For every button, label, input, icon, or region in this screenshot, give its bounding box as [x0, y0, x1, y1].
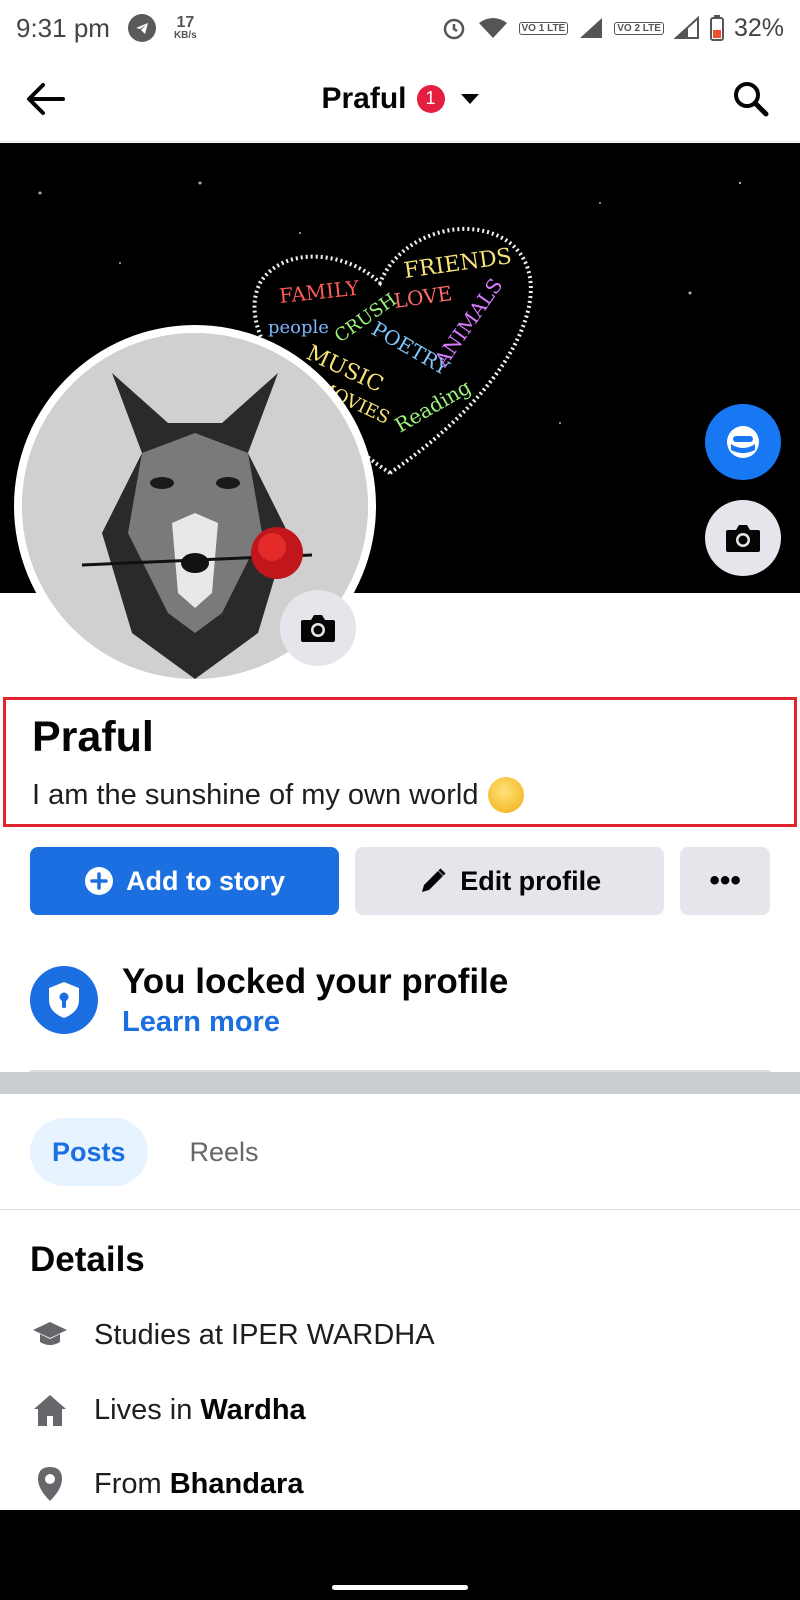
add-to-story-button[interactable]: Add to story: [30, 847, 340, 915]
battery-percent: 32%: [733, 13, 784, 42]
avatar-icon: [727, 426, 759, 458]
back-arrow-icon[interactable]: [22, 76, 68, 122]
detail-from[interactable]: From Bhandara: [30, 1459, 770, 1509]
profile-name: Praful: [32, 713, 154, 761]
graduation-cap-icon: [30, 1315, 70, 1355]
app-bar: Praful 1: [0, 56, 800, 142]
camera-icon: [726, 525, 760, 552]
profile-actions: Add to story Edit profile •••: [30, 847, 770, 915]
profile-bio: I am the sunshine of my own world: [32, 777, 768, 814]
lives-place: Wardha: [200, 1393, 306, 1426]
telegram-icon: [127, 14, 156, 42]
more-options-label: •••: [709, 864, 741, 897]
alarm-icon: [441, 15, 467, 41]
app-title: Praful: [321, 81, 407, 115]
search-icon[interactable]: [728, 76, 774, 122]
home-icon: [30, 1390, 70, 1430]
section-separator: [0, 1072, 800, 1094]
profile-name-block: Praful I am the sunshine of my own world: [3, 697, 797, 827]
pencil-icon: [422, 868, 446, 892]
signal-icon: [578, 16, 604, 40]
status-bar: 9:31 pm 17 KB/s VO 1 LTE VO 2 LTE 32%: [0, 0, 800, 56]
detail-lives[interactable]: Lives in Wardha: [30, 1385, 770, 1435]
location-pin-icon: [30, 1464, 70, 1504]
plus-circle-icon: [85, 867, 114, 895]
sim2-volte-icon: VO 2 LTE: [614, 21, 664, 35]
learn-more-link[interactable]: Learn more: [122, 1006, 508, 1039]
status-time: 9:31 pm: [16, 12, 110, 43]
more-options-button[interactable]: •••: [680, 847, 770, 915]
notification-badge: 1: [416, 84, 445, 113]
add-to-story-label: Add to story: [126, 865, 286, 896]
battery-icon: [709, 15, 724, 41]
divider: [0, 1209, 800, 1210]
sun-emoji-icon: [488, 777, 525, 814]
profile-picture-camera-button[interactable]: [280, 590, 356, 666]
shield-lock-icon: [30, 966, 98, 1034]
detail-studies[interactable]: Studies at IPER WARDHA: [30, 1310, 770, 1360]
profile-switcher[interactable]: Praful 1: [321, 81, 479, 116]
locked-profile-notice: You locked your profile Learn more: [30, 960, 770, 1040]
from-prefix: From: [94, 1467, 170, 1500]
cover-word: people: [268, 317, 329, 338]
chevron-down-icon: [460, 93, 479, 104]
from-place: Bhandara: [169, 1467, 304, 1500]
home-indicator[interactable]: [332, 1585, 468, 1590]
lives-prefix: Lives in: [94, 1393, 201, 1426]
signal-icon: [673, 16, 700, 40]
edit-profile-button[interactable]: Edit profile: [355, 847, 665, 915]
network-speed: 17 KB/s: [173, 14, 197, 41]
locked-profile-title: You locked your profile: [122, 961, 509, 1001]
profile-tabs: Posts Reels: [30, 1118, 281, 1186]
edit-profile-label: Edit profile: [460, 865, 602, 896]
cover-word: FAMILY: [278, 276, 361, 308]
cover-camera-button[interactable]: [705, 500, 781, 576]
tab-reels[interactable]: Reels: [168, 1118, 281, 1186]
cover-word: FRIENDS: [402, 244, 513, 284]
sim1-volte-icon: VO 1 LTE: [518, 21, 569, 35]
wifi-icon: [477, 16, 509, 40]
cover-word: LOVE: [392, 281, 453, 313]
avatar-button[interactable]: [705, 404, 781, 480]
details-heading: Details: [30, 1240, 145, 1279]
studies-text: Studies at IPER WARDHA: [94, 1318, 435, 1351]
bio-text: I am the sunshine of my own world: [32, 778, 479, 811]
cover-word: Reading: [391, 375, 476, 438]
tab-posts[interactable]: Posts: [30, 1118, 148, 1186]
camera-icon: [301, 615, 335, 642]
